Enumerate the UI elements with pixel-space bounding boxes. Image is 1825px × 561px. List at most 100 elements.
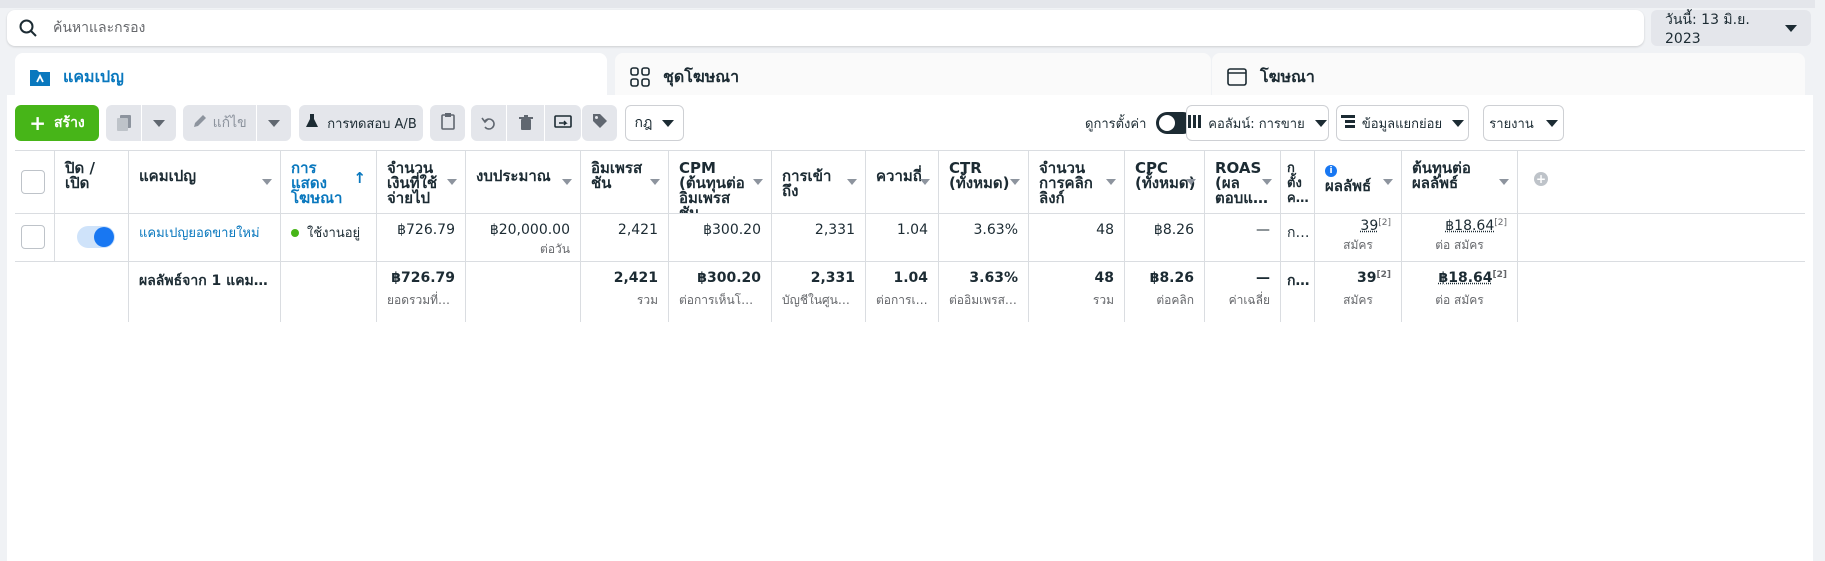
summary-cpc: ฿8.26: [1149, 270, 1194, 286]
ab-test-button[interactable]: การทดสอบ A/B: [299, 105, 423, 141]
col-reach[interactable]: การเข้าถึง: [772, 151, 866, 213]
summary-cost-per-result-footnote: [2]: [1492, 270, 1508, 280]
duplicate-button[interactable]: [106, 105, 176, 141]
date-range-picker[interactable]: วันนี้: 13 มิ.ย. 2023: [1651, 10, 1811, 47]
columns-dropdown[interactable]: คอลัมน์: การขาย: [1186, 105, 1329, 141]
col-frequency[interactable]: ความถี่: [866, 151, 939, 213]
level-tabs: แคมเปญ ชุดโฆษณา โฆษณา: [15, 53, 1805, 101]
row-budget-cell: ฿20,000.00 ต่อวัน: [466, 214, 581, 261]
col-budget[interactable]: งบประมาณ: [466, 151, 581, 213]
row-checkbox[interactable]: [21, 225, 45, 249]
add-column-icon[interactable]: +: [1534, 172, 1548, 186]
tab-campaigns[interactable]: แคมเปญ: [15, 53, 607, 101]
col-cpc[interactable]: CPC (ทั้งหมด): [1125, 151, 1205, 213]
col-cpm[interactable]: CPM (ต้นทุนต่ออิมเพรสชัน…: [669, 151, 772, 213]
tab-ad-sets-label: ชุดโฆษณา: [663, 66, 740, 86]
summary-ctr-cell: 3.63% ต่ออิมเพรสชัน: [939, 262, 1029, 322]
col-cpm-label: CPM (ต้นทุนต่ออิมเพรสชัน…: [679, 159, 745, 214]
col-campaign[interactable]: แคมเปญ: [129, 151, 281, 213]
summary-ctr: 3.63%: [969, 270, 1018, 286]
row-attribution: ก…: [1281, 214, 1315, 261]
row-results[interactable]: 39: [1360, 218, 1378, 234]
row-reach: 2,331: [772, 214, 866, 261]
undo-icon[interactable]: [471, 115, 506, 131]
row-delivery-cell: ใช้งานอยู่: [281, 214, 377, 261]
col-toggle[interactable]: ปิด / เปิด: [55, 151, 129, 213]
summary-results: 39: [1357, 270, 1377, 286]
summary-frequency-cell: 1.04 ต่อการเข้า…: [866, 262, 939, 322]
table-row[interactable]: แคมเปญยอดขายใหม่ ใช้งานอยู่ ฿726.79 ฿20,…: [15, 214, 1805, 262]
row-empty-cell: [1518, 214, 1565, 261]
select-all-checkbox[interactable]: [21, 170, 45, 194]
summary-amount-spent-cell: ฿726.79 ยอดรวมที่ใช้…: [377, 262, 466, 322]
summary-roas: —: [1256, 270, 1270, 286]
search-bar[interactable]: ค้นหาและกรอง: [7, 10, 1644, 46]
toolbar: + สร้าง แก้ไข การทดสอบ A/B กฎ ดูการตั้งค…: [15, 105, 1805, 141]
add-column-cell: +: [1518, 151, 1565, 213]
campaign-name-link[interactable]: แคมเปญยอดขายใหม่: [139, 226, 260, 241]
summary-cpm-cell: ฿300.20 ต่อการเห็นโฆษ…: [669, 262, 772, 322]
col-ctr-label: CTR (ทั้งหมด): [949, 159, 1010, 192]
folder-icon: [29, 66, 51, 88]
summary-frequency-sub: ต่อการเข้า…: [876, 293, 928, 307]
breakdown-dropdown[interactable]: ข้อมูลแยกย่อย: [1336, 105, 1469, 141]
col-cost-per-result[interactable]: ต้นทุนต่อผลลัพธ์: [1402, 151, 1518, 213]
summary-cpc-sub: ต่อคลิก: [1156, 293, 1194, 307]
tag-button[interactable]: [582, 105, 617, 141]
summary-cpc-cell: ฿8.26 ต่อคลิก: [1125, 262, 1205, 322]
summary-roas-cell: — ค่าเฉลี่ย: [1205, 262, 1281, 322]
rules-label: กฎ: [634, 115, 653, 131]
edit-button[interactable]: แก้ไข: [183, 105, 291, 141]
summary-cost-per-result: ฿18.64: [1438, 270, 1493, 286]
row-cost-per-result-cell: ฿18.64[2] ต่อ สมัคร: [1402, 214, 1518, 261]
columns-label: คอลัมน์: การขาย: [1208, 116, 1305, 132]
col-attribution[interactable]: ก ตั้ง ค…: [1281, 151, 1315, 213]
campaign-on-off-toggle[interactable]: [77, 226, 115, 248]
create-button-label: สร้าง: [54, 115, 85, 131]
tab-ad-sets[interactable]: ชุดโฆษณา: [615, 53, 1211, 101]
clipboard-button[interactable]: [430, 105, 465, 141]
info-icon[interactable]: i: [1325, 165, 1337, 177]
col-ctr[interactable]: CTR (ทั้งหมด): [939, 151, 1029, 213]
create-button[interactable]: + สร้าง: [15, 105, 99, 141]
top-strip: [0, 0, 1825, 8]
ab-test-label: การทดสอบ A/B: [327, 116, 417, 132]
trash-icon[interactable]: [507, 115, 543, 131]
col-link-clicks[interactable]: จำนวนการคลิกลิงก์: [1029, 151, 1125, 213]
duplicate-dropdown-icon[interactable]: [142, 119, 176, 127]
view-settings[interactable]: ดูการตั้งค่า: [1085, 105, 1195, 141]
date-range-label: วันนี้: 13 มิ.ย. 2023: [1665, 12, 1750, 47]
summary-impressions: 2,421: [613, 270, 658, 286]
row-cpm: ฿300.20: [669, 214, 772, 261]
summary-cpm: ฿300.20: [697, 270, 761, 286]
chevron-down-icon: [1452, 119, 1465, 127]
tag-icon: [592, 113, 608, 133]
col-delivery[interactable]: การแสดงโฆษณา ↑: [281, 151, 377, 213]
reports-label: รายงาน: [1489, 116, 1534, 132]
preview-icon[interactable]: [545, 115, 581, 131]
row-cost-per-result[interactable]: ฿18.64: [1445, 218, 1494, 234]
col-results[interactable]: i ผลลัพธ์: [1315, 151, 1402, 213]
row-select-cell: [15, 214, 55, 261]
col-impressions[interactable]: อิมเพรสชัน: [581, 151, 669, 213]
view-settings-label: ดูการตั้งค่า: [1085, 116, 1147, 132]
row-frequency: 1.04: [866, 214, 939, 261]
breakdown-label: ข้อมูลแยกย่อย: [1361, 116, 1443, 132]
undo-delete-group: [471, 105, 581, 141]
status-dot-icon: [291, 229, 299, 237]
edit-button-label: แก้ไข: [212, 115, 247, 131]
edit-dropdown-icon[interactable]: [257, 119, 291, 127]
reports-dropdown[interactable]: รายงาน: [1483, 105, 1564, 141]
summary-roas-sub: ค่าเฉลี่ย: [1228, 293, 1270, 307]
summary-label: ผลลัพธ์จาก 1 แคมเ…: [129, 262, 281, 322]
col-roas[interactable]: ROAS (ผลตอบแ…: [1205, 151, 1281, 213]
tab-ads[interactable]: โฆษณา: [1212, 53, 1805, 101]
rules-dropdown[interactable]: กฎ: [625, 105, 684, 141]
plus-icon: +: [29, 111, 46, 135]
tab-campaigns-label: แคมเปญ: [63, 66, 124, 86]
search-input[interactable]: ค้นหาและกรอง: [53, 17, 145, 39]
row-cost-per-result-footnote: [2]: [1494, 218, 1507, 228]
summary-cost-per-result-sub: ต่อ สมัคร: [1435, 293, 1484, 307]
col-amount-spent[interactable]: จำนวนเงินที่ใช้จ่ายไป: [377, 151, 466, 213]
row-budget-sub: ต่อวัน: [540, 242, 570, 256]
